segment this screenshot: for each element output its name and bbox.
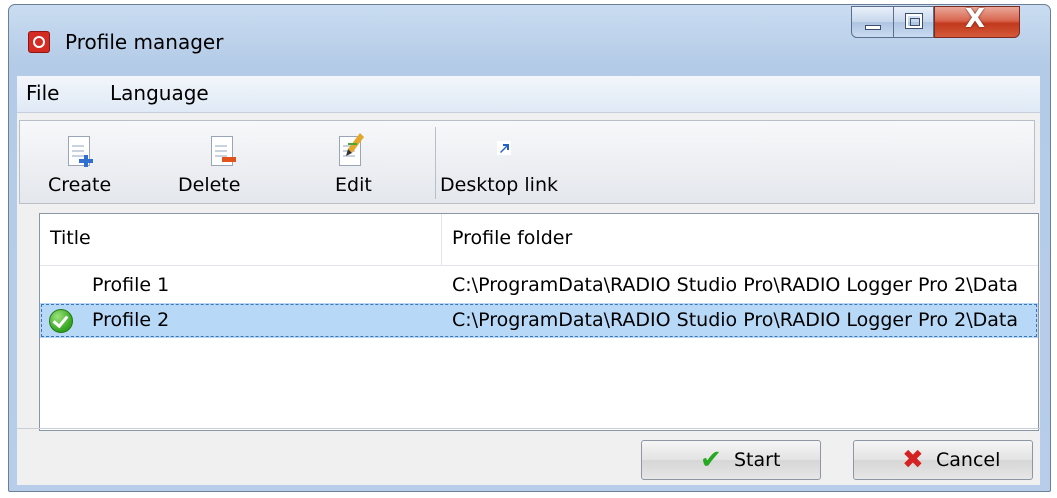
menu-language[interactable]: Language (105, 81, 214, 105)
document-edit-icon (339, 133, 364, 166)
close-button[interactable]: X (934, 4, 1020, 38)
table-row[interactable]: Profile 1 C:\ProgramData\RADIO Studio Pr… (40, 268, 1038, 303)
start-button[interactable]: ✔ Start (641, 440, 821, 480)
column-divider[interactable] (441, 214, 442, 265)
delete-label: Delete (178, 174, 241, 196)
minimize-button[interactable] (851, 6, 894, 38)
profile-title: Profile 2 (92, 309, 170, 331)
window-title: Profile manager (65, 30, 224, 54)
toolbar-separator (435, 127, 436, 199)
desktop-link-label: Desktop link (440, 174, 558, 196)
app-icon (28, 31, 50, 53)
create-button[interactable]: Create (20, 121, 140, 203)
profile-folder: C:\ProgramData\RADIO Studio Pro\RADIO Lo… (452, 274, 1018, 296)
edit-button[interactable]: Edit (302, 121, 412, 203)
document-remove-icon (211, 136, 236, 166)
desktop-link-button[interactable]: Desktop link (440, 121, 580, 203)
toolbar: Create Delete Edit Desktop link (19, 120, 1035, 204)
close-icon: X (965, 4, 986, 34)
profile-title: Profile 1 (92, 274, 170, 296)
start-label: Start (734, 449, 781, 471)
document-add-icon (68, 136, 93, 167)
minimize-icon (865, 25, 881, 30)
menu-file[interactable]: File (21, 81, 64, 105)
active-profile-check-icon (49, 309, 73, 333)
column-header-title[interactable]: Title (50, 227, 91, 249)
check-icon: ✔ (700, 445, 722, 475)
maximize-icon (905, 13, 923, 29)
client-area: File Language Create Delete Edit Desktop… (17, 76, 1040, 485)
edit-label: Edit (335, 174, 372, 196)
table-row[interactable]: Profile 2 C:\ProgramData\RADIO Studio Pr… (40, 303, 1038, 338)
profile-folder: C:\ProgramData\RADIO Studio Pro\RADIO Lo… (452, 309, 1018, 331)
column-header-profile-folder[interactable]: Profile folder (452, 227, 572, 249)
cancel-label: Cancel (936, 449, 1001, 471)
delete-button[interactable]: Delete (160, 121, 280, 203)
profile-list[interactable]: Title Profile folder Profile 1 C:\Progra… (39, 213, 1039, 431)
maximize-button[interactable] (894, 6, 934, 38)
bottom-divider (17, 428, 1040, 429)
cross-icon: ✖ (902, 445, 924, 475)
cancel-button[interactable]: ✖ Cancel (853, 440, 1033, 480)
shortcut-arrow-icon (497, 141, 511, 155)
title-bar[interactable]: Profile manager X (9, 5, 1050, 75)
create-label: Create (48, 174, 112, 196)
menu-bar: File Language (17, 76, 1040, 113)
list-header: Title Profile folder (40, 214, 1038, 266)
profile-manager-window: Profile manager X File Language Create D… (8, 4, 1051, 492)
